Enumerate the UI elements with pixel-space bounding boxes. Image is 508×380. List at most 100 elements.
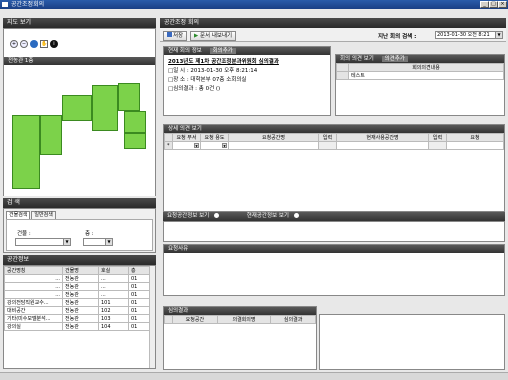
search-panel: 건물검색 일반검색 건물 : ▼ 층 : ▼	[3, 208, 156, 253]
review-detail-area	[319, 314, 505, 370]
zoom-in-icon[interactable]: +	[10, 40, 18, 48]
globe-icon[interactable]	[30, 40, 38, 48]
table-row[interactable]: * ▼ ▼	[164, 141, 504, 150]
info-icon[interactable]: i	[50, 40, 58, 48]
col-opinion-content[interactable]: 회의의견내용	[348, 63, 504, 72]
opinion-tabs: 회의 의견 보기 의견추가	[336, 55, 504, 63]
search-form: 건물 : ▼ 층 : ▼	[6, 219, 153, 251]
col-room[interactable]: 호실	[98, 266, 129, 275]
request-space-cell[interactable]	[228, 141, 319, 150]
table-row[interactable]: ... 전농관... 01	[4, 274, 155, 283]
tab-general-search[interactable]: 일반검색	[31, 211, 56, 219]
cell: 전농관	[62, 306, 99, 315]
col-review-result[interactable]: 심의결과	[270, 315, 316, 324]
building-select[interactable]: ▼	[15, 238, 71, 246]
add-opinion-button[interactable]: 의견추가	[381, 56, 408, 62]
chevron-down-icon: ▼	[495, 32, 502, 38]
save-icon	[167, 32, 172, 37]
maximize-button[interactable]: □	[489, 1, 498, 8]
export-document-button[interactable]: ▶ 문서 내보내기	[190, 31, 237, 41]
row-marker: *	[164, 141, 173, 150]
cell: ...	[4, 290, 63, 299]
meeting-title: 2013년도 제1차 공간조정분과위원회 심의결과	[168, 59, 279, 65]
cell: 강의실	[4, 322, 63, 331]
past-meeting-select[interactable]: 2013-01-30 오전 8:21 ▼	[435, 31, 503, 39]
cell: 기타(미수모델분석...	[4, 314, 63, 323]
chevron-down-icon: ▼	[194, 143, 199, 148]
minimize-button[interactable]: _	[480, 1, 489, 8]
window-title: 공간조정회의	[11, 1, 45, 8]
col-current-space[interactable]: 현재사용공간명	[336, 133, 429, 142]
save-button[interactable]: 저장	[163, 31, 188, 41]
room-block[interactable]	[118, 83, 140, 111]
add-meeting-button[interactable]: 회의추가	[209, 48, 236, 54]
floor-select[interactable]: ▼	[83, 238, 113, 246]
export-button-label: 문서 내보내기	[199, 33, 233, 39]
room-block[interactable]	[124, 111, 146, 133]
meeting-result: □심의결과 : 총 0건 ()	[168, 86, 221, 92]
input-button-2[interactable]	[428, 141, 447, 150]
col-request-dept[interactable]: 요청 부서	[172, 133, 201, 142]
room-block[interactable]	[40, 115, 62, 155]
pan-hand-icon[interactable]: ✋	[40, 40, 48, 48]
room-block[interactable]	[124, 133, 146, 149]
cell: 전농관	[62, 322, 99, 331]
close-button[interactable]: ×	[498, 1, 507, 8]
col-request-use[interactable]: 요청 용도	[200, 133, 229, 142]
map-panel: + − ✋ i 전농관 1층	[3, 28, 156, 196]
search-panel-header: 검 색	[3, 198, 156, 208]
request-space-info-label: 요청공간정보 보기	[167, 213, 210, 219]
table-row[interactable]: ... 전농관... 01	[4, 282, 155, 291]
table-row[interactable]: ... 전농관... 01	[4, 290, 155, 299]
past-meeting-select-value: 2013-01-30 오전 8:21	[437, 32, 490, 38]
past-meeting-search-label: 지난 회의 검색 :	[378, 34, 417, 40]
meeting-date: □일 시 : 2013-01-30 오후 8:21:14	[168, 68, 258, 74]
space-info-table: 공간명칭 건물명 호실 층 ... 전농관... 01 ... 전농관... 01 ..…	[4, 266, 155, 331]
current-space-cell[interactable]	[336, 141, 429, 150]
zoom-out-icon[interactable]: −	[20, 40, 28, 48]
table-row[interactable]: 기타(미수모델분석... 전농관 103 01	[4, 314, 155, 323]
col-request[interactable]: 요청	[446, 133, 504, 142]
room-block[interactable]	[12, 115, 40, 189]
request-space-info-radio[interactable]	[213, 213, 219, 218]
space-info-radio-bar: 요청공간정보 보기 현재공간정보 보기	[163, 212, 505, 221]
cell: 대비공간	[4, 306, 63, 315]
col-building[interactable]: 건물명	[62, 266, 99, 275]
col-input-1[interactable]: 입력	[318, 133, 337, 142]
chevron-down-icon: ▼	[63, 239, 70, 245]
floor-plan[interactable]	[4, 65, 155, 196]
review-result-table: 요청공간 의결회의명 심의결과	[164, 315, 316, 324]
tab-building-search[interactable]: 건물검색	[6, 211, 31, 219]
col-input-2[interactable]: 입력	[428, 133, 447, 142]
opinion-table: 회의의견내용 테스트	[336, 63, 504, 80]
detail-opinion-header: 상세 의견 보기	[164, 125, 504, 133]
cell: 103	[98, 314, 129, 323]
input-button-1[interactable]	[318, 141, 337, 150]
row-header-cell	[164, 315, 173, 324]
request-dept-combo[interactable]: ▼	[172, 141, 201, 150]
tab-meeting-opinion[interactable]: 회의 의견 보기	[340, 56, 374, 62]
table-row[interactable]: 테스트	[336, 71, 504, 80]
meeting-panel-header: 공간조정 회의	[160, 18, 506, 28]
cell: ...	[98, 282, 129, 291]
col-request-space[interactable]: 요청공간명	[228, 133, 319, 142]
request-use-combo[interactable]: ▼	[200, 141, 229, 150]
meeting-opinion-panel: 회의 의견 보기 의견추가 회의의견내용 테스트	[335, 54, 505, 116]
table-row[interactable]: 대비공간 전농관 102 01	[4, 306, 155, 315]
current-space-info-radio[interactable]	[293, 213, 299, 218]
col-meeting-name[interactable]: 의결회의명	[216, 315, 272, 324]
col-space-name[interactable]: 공간명칭	[4, 266, 63, 275]
table-row[interactable]: 강의실 전농관 104 01	[4, 322, 155, 331]
vertical-scrollbar[interactable]	[149, 266, 155, 368]
opinion-cell: 테스트	[348, 71, 504, 80]
room-block[interactable]	[62, 95, 92, 121]
request-cell[interactable]	[446, 141, 504, 150]
current-space-info-label: 현재공간정보 보기	[246, 213, 289, 219]
col-request-space[interactable]: 요청공간	[172, 315, 218, 324]
table-row[interactable]: 강의전담직원교수... 전농관 101 01	[4, 298, 155, 307]
meeting-place: □장 소 : 대학본부 07층 소회의실	[168, 77, 247, 83]
tab-current-meeting[interactable]: 현재 회의 정보	[168, 48, 202, 54]
floor-label: 전농관 1층	[4, 57, 155, 65]
cell: 전농관	[62, 314, 99, 323]
room-block[interactable]	[92, 85, 118, 131]
